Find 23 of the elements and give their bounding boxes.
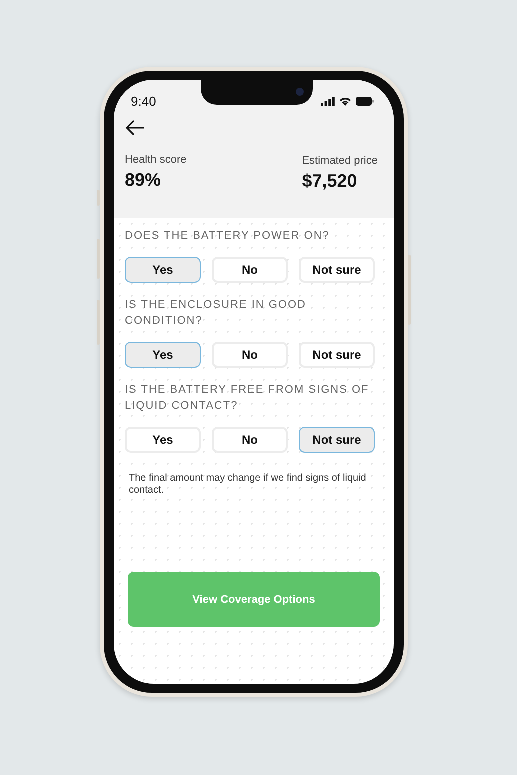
summary-label: Estimated price <box>302 155 378 167</box>
question-title: IS THE ENCLOSURE IN GOOD CONDITION? <box>125 298 308 329</box>
summary-value: $7,520 <box>302 171 358 192</box>
answer-option[interactable]: Not sure <box>299 257 375 283</box>
question-title: DOES THE BATTERY POWER ON? <box>125 229 331 244</box>
answer-option[interactable]: No <box>212 257 288 283</box>
answer-option[interactable]: Not sure <box>299 342 375 368</box>
back-arrow-icon[interactable] <box>125 120 145 136</box>
wifi-icon <box>339 96 352 106</box>
disclaimer-note: The final amount may change if we find signs of liquid contact. <box>128 472 368 497</box>
battery-icon <box>356 96 374 106</box>
answer-option[interactable]: Yes <box>125 257 201 283</box>
question-title: IS THE BATTERY FREE FROM SIGNS OF LIQUID CONTACT? <box>125 383 370 414</box>
answer-option[interactable]: Not sure <box>299 427 375 453</box>
answer-option[interactable]: Yes <box>125 342 201 368</box>
signal-icon <box>321 96 335 106</box>
status-time: 9:40 <box>131 92 156 108</box>
summary-label: Health score <box>125 154 187 166</box>
camera-icon <box>296 88 304 96</box>
answer-option[interactable]: No <box>212 342 288 368</box>
summary-value: 89% <box>125 170 162 191</box>
answer-option[interactable]: No <box>212 427 288 453</box>
answer-option[interactable]: Yes <box>125 427 201 453</box>
